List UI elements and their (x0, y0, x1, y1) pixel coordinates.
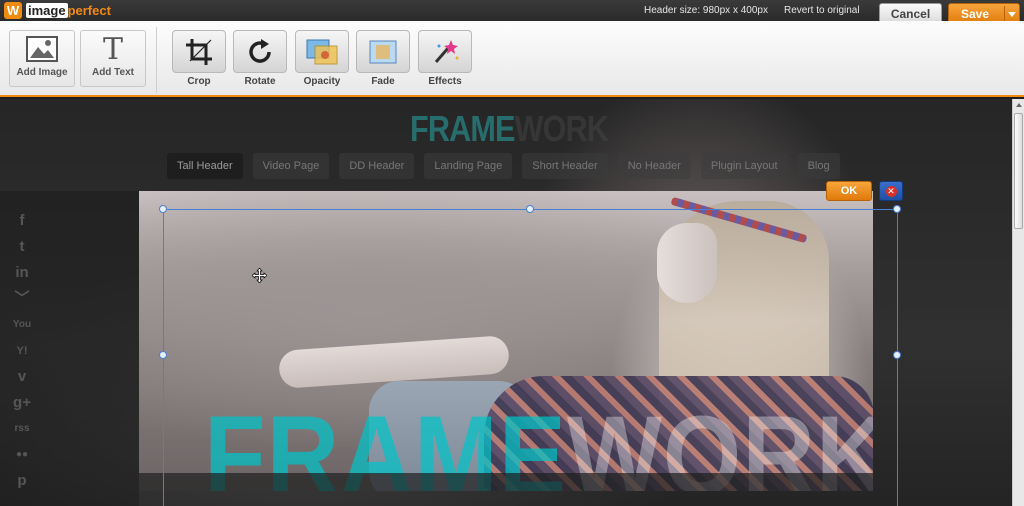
add-image-button[interactable]: Add Image (9, 30, 75, 87)
crop-label: Crop (187, 76, 211, 87)
crop-handle-top-left[interactable] (159, 205, 167, 213)
close-icon: ✕ (885, 185, 897, 197)
crop-frame[interactable] (159, 205, 901, 506)
scroll-thumb[interactable] (1014, 113, 1023, 229)
text-icon: T (102, 31, 123, 67)
logo-wordmark: image perfect (26, 3, 111, 18)
rotate-tool[interactable]: Rotate (233, 30, 287, 87)
add-text-button[interactable]: T Add Text (80, 30, 146, 87)
effects-label: Effects (428, 76, 462, 87)
magic-wand-icon (418, 30, 472, 73)
crop-ok-button[interactable]: OK (826, 181, 872, 201)
header-size-label: Header size: 980px x 400px (644, 5, 768, 16)
crop-tool[interactable]: Crop (172, 30, 226, 87)
crop-handle-left[interactable] (159, 351, 167, 359)
logo-mark-icon: W (4, 2, 22, 19)
fade-tool[interactable]: Fade (356, 30, 410, 87)
site-nav: Tall Header Video Page DD Header Landing… (167, 153, 840, 179)
top-bar: W image perfect Header size: 980px x 400p… (0, 0, 1024, 25)
chevron-down-icon[interactable] (1008, 12, 1016, 17)
site-logo: FRAMEWORK (410, 108, 609, 149)
toolbar: Add Image T Add Text Crop Rotate Opacity… (0, 21, 1024, 97)
canvas-shade (0, 191, 139, 506)
crop-cancel-button[interactable]: ✕ (879, 181, 903, 201)
nav-item-dd-header: DD Header (339, 153, 415, 179)
opacity-icon (295, 30, 349, 73)
vertical-scrollbar[interactable] (1012, 99, 1024, 506)
move-cursor-icon (252, 268, 267, 283)
fade-icon (356, 30, 410, 73)
nav-item-no-header: No Header (617, 153, 691, 179)
app-logo: W image perfect (4, 2, 111, 19)
add-text-label: Add Text (91, 67, 135, 78)
nav-item-video-page: Video Page (252, 153, 330, 179)
crop-handle-right[interactable] (893, 351, 901, 359)
scroll-up-arrow-icon[interactable] (1016, 103, 1022, 107)
image-icon (10, 31, 74, 67)
crop-handle-top[interactable] (526, 205, 534, 213)
effects-tool[interactable]: Effects (418, 30, 472, 87)
nav-item-landing-page: Landing Page (424, 153, 513, 179)
add-image-label: Add Image (16, 67, 68, 78)
fade-label: Fade (371, 76, 395, 87)
nav-item-plugin-layout: Plugin Layout (700, 153, 788, 179)
nav-item-short-header: Short Header (522, 153, 608, 179)
rotate-label: Rotate (244, 76, 276, 87)
save-split-divider (1004, 6, 1005, 22)
nav-item-tall-header: Tall Header (167, 153, 243, 179)
nav-item-blog: Blog (797, 153, 840, 179)
opacity-label: Opacity (303, 76, 341, 87)
crop-handle-top-right[interactable] (893, 205, 901, 213)
revert-to-original-link[interactable]: Revert to original (784, 5, 860, 16)
opacity-tool[interactable]: Opacity (295, 30, 349, 87)
toolbar-divider (156, 27, 157, 93)
crop-icon (172, 30, 226, 73)
editor-canvas[interactable]: FRAMEWORK Tall Header Video Page DD Head… (0, 99, 1012, 506)
rotate-icon (233, 30, 287, 73)
